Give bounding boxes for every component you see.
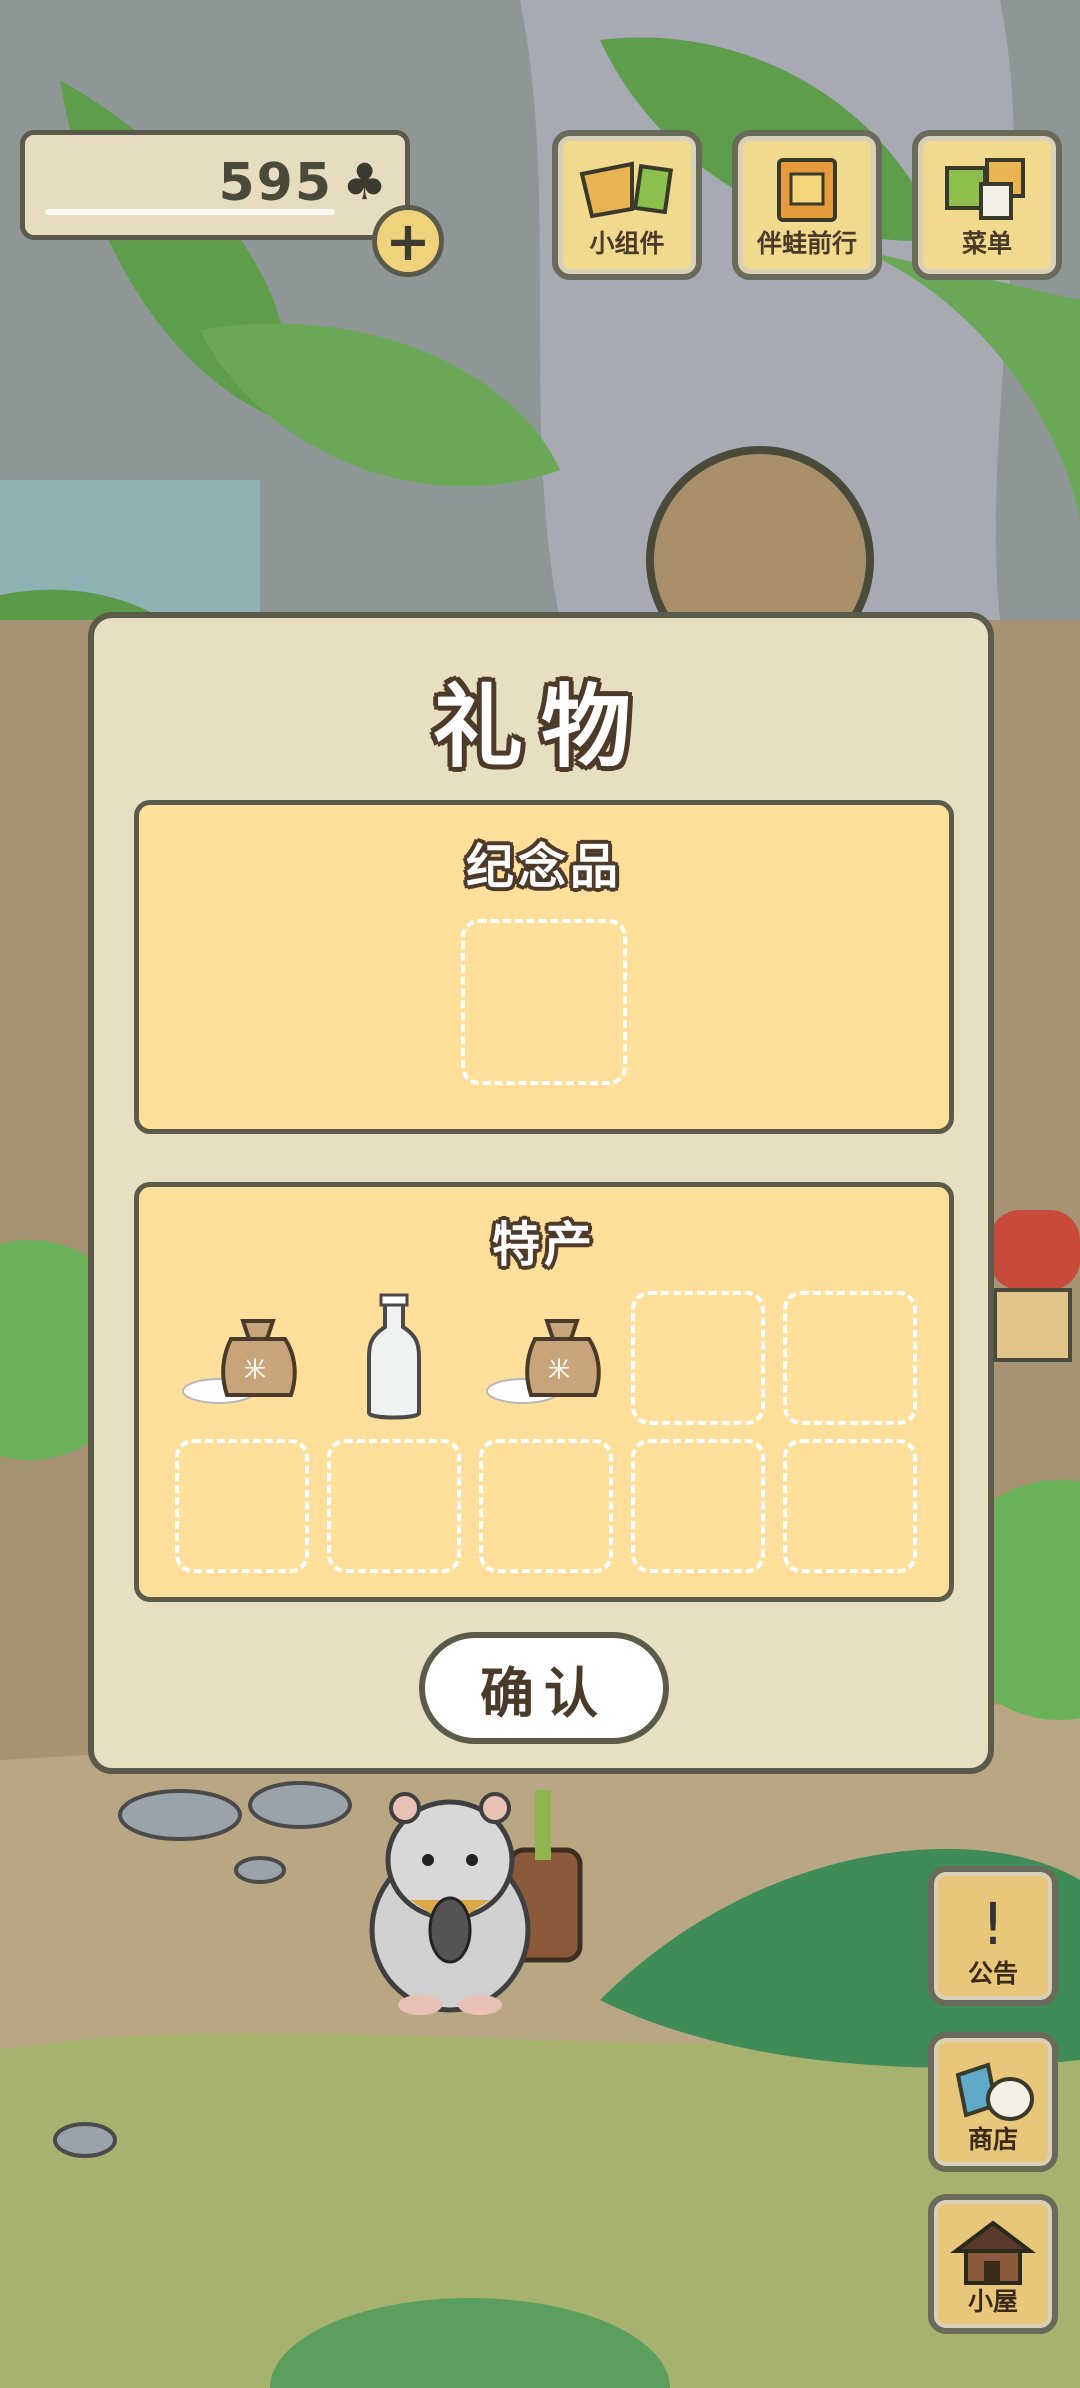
house-label: 小屋	[967, 2287, 1018, 2316]
specialty-empty-slot[interactable]	[783, 1291, 917, 1425]
confirm-button[interactable]: 确认	[419, 1632, 669, 1744]
add-clover-button[interactable]: +	[372, 205, 444, 277]
house-button[interactable]: 小屋	[928, 2194, 1058, 2334]
svg-text:米: 米	[244, 1358, 266, 1383]
specialty-empty-slot[interactable]	[631, 1439, 765, 1573]
shop-label: 商店	[967, 2125, 1018, 2154]
plus-icon: +	[385, 209, 431, 273]
journey-button[interactable]: 伴蛙前行	[732, 130, 882, 280]
gift-dialog: 礼物 纪念品 特产 米 米 确认	[88, 612, 994, 1774]
specialty-empty-slot[interactable]	[175, 1439, 309, 1573]
clover-counter: 595 ♣	[20, 130, 410, 240]
journey-label: 伴蛙前行	[756, 229, 857, 258]
rice-sack-icon[interactable]: 米	[175, 1291, 309, 1425]
widget-label: 小组件	[589, 229, 665, 258]
shop-button[interactable]: 商店	[928, 2032, 1058, 2172]
announcement-label: 公告	[967, 1959, 1018, 1988]
glass-bottle-icon[interactable]	[327, 1291, 461, 1425]
rice-sack-icon[interactable]: 米	[479, 1291, 613, 1425]
hamster-character	[369, 1790, 583, 2015]
specialty-empty-slot[interactable]	[479, 1439, 613, 1573]
menu-cards-icon	[918, 154, 1056, 224]
souvenir-slot[interactable]	[461, 919, 627, 1085]
specialty-empty-slot[interactable]	[327, 1439, 461, 1573]
specialty-empty-slot[interactable]	[783, 1439, 917, 1573]
widget-button[interactable]: 小组件	[552, 130, 702, 280]
menu-label: 菜单	[961, 229, 1012, 258]
dialog-title: 礼物	[433, 675, 649, 780]
exclamation-icon: !	[981, 1890, 1005, 1958]
house-icon	[934, 2214, 1052, 2290]
svg-text:米: 米	[548, 1358, 570, 1383]
souvenir-title: 纪念品	[465, 839, 622, 895]
specialty-title: 特产	[491, 1217, 596, 1273]
specialty-panel: 特产 米 米	[134, 1182, 954, 1602]
specialty-empty-slot[interactable]	[631, 1291, 765, 1425]
counter-underline	[45, 209, 335, 215]
announcement-button[interactable]: ! 公告	[928, 1866, 1058, 2006]
journey-book-icon	[738, 154, 876, 224]
shop-bags-icon	[934, 2052, 1052, 2128]
clover-count: 595	[218, 153, 333, 213]
menu-button[interactable]: 菜单	[912, 130, 1062, 280]
widget-icon	[558, 154, 696, 224]
souvenir-panel: 纪念品	[134, 800, 954, 1134]
clover-icon: ♣	[342, 153, 387, 211]
